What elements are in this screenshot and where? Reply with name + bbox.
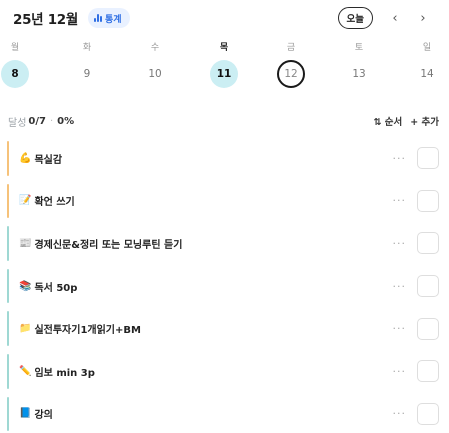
- more-options-icon[interactable]: ···: [393, 322, 407, 335]
- routine-emoji-icon: 📰: [19, 237, 32, 249]
- list-tools: ⇅ 순서 + 추가: [374, 114, 440, 128]
- weekday-label: 수: [150, 43, 160, 53]
- routine-emoji-icon: 📘: [19, 408, 32, 420]
- routine-title: 📁 실전투자기1개읽기+BM: [19, 321, 141, 336]
- category-bar: [7, 226, 9, 261]
- more-options-icon[interactable]: ···: [393, 194, 407, 207]
- routine-item[interactable]: 📘 강의 ···: [7, 393, 442, 433]
- weekday-label: 토: [354, 43, 364, 53]
- more-options-icon[interactable]: ···: [393, 280, 407, 293]
- routine-item[interactable]: 💪 목실감 ···: [7, 137, 442, 180]
- date-cell[interactable]: 14: [413, 60, 441, 88]
- add-button[interactable]: + 추가: [410, 114, 439, 128]
- date-cell[interactable]: 12: [277, 60, 305, 88]
- routine-item[interactable]: 📚 독서 50p ···: [7, 265, 442, 308]
- achievement-summary: 달성 0/7 · 0% ⇅ 순서 + 추가: [8, 114, 440, 129]
- completion-checkbox[interactable]: [417, 232, 439, 255]
- date-cell[interactable]: 8: [1, 60, 29, 88]
- routine-list: 💪 목실감 ··· 📝 확언 쓰기 ··· 📰 경제신문&정리 또는 모닝루틴 듣기 ··· 📚 독…: [7, 137, 442, 433]
- category-bar: [7, 268, 9, 304]
- prev-week-button[interactable]: ‹: [381, 11, 409, 26]
- achievement-count: 0/7: [28, 115, 46, 127]
- achievement-label: 달성: [8, 117, 27, 129]
- more-options-icon[interactable]: ···: [393, 152, 407, 165]
- more-options-icon[interactable]: ···: [393, 237, 407, 250]
- category-bar: [7, 183, 9, 219]
- weekday-row: 월화수목금토일: [0, 40, 449, 54]
- routine-title: ✏️ 임보 min 3p: [19, 364, 95, 379]
- date-row: 8 9 10 11 12 13 14: [0, 60, 449, 88]
- weekday-label: 화: [82, 43, 92, 53]
- summary-separator: ·: [49, 115, 54, 127]
- completion-checkbox[interactable]: [417, 360, 439, 383]
- routine-emoji-icon: 💪: [19, 152, 32, 164]
- routine-label: 독서 50p: [34, 282, 78, 294]
- category-bar: [7, 396, 9, 432]
- weekday-label: 금: [286, 43, 296, 53]
- calendar-header: 25년 12월 통계 오늘 ‹ ›: [13, 6, 437, 30]
- more-options-icon[interactable]: ···: [393, 365, 407, 378]
- routine-emoji-icon: 📝: [19, 195, 32, 207]
- category-bar: [7, 311, 9, 346]
- weekday-label: 월: [10, 43, 20, 53]
- sort-button[interactable]: ⇅ 순서: [374, 114, 403, 128]
- stats-label: 통계: [105, 14, 122, 25]
- routine-item[interactable]: 📝 확언 쓰기 ···: [7, 180, 442, 223]
- routine-emoji-icon: 📁: [19, 323, 32, 335]
- date-cell[interactable]: 13: [345, 60, 373, 88]
- more-options-icon[interactable]: ···: [393, 407, 407, 420]
- routine-label: 임보 min 3p: [34, 367, 95, 379]
- routine-emoji-icon: ✏️: [19, 365, 32, 377]
- routine-label: 실전투자기1개읽기+BM: [34, 325, 141, 337]
- completion-checkbox[interactable]: [417, 147, 439, 170]
- completion-checkbox[interactable]: [417, 402, 439, 425]
- routine-label: 목실감: [34, 154, 63, 166]
- completion-checkbox[interactable]: [417, 189, 439, 212]
- category-bar: [7, 141, 9, 176]
- completion-checkbox[interactable]: [417, 317, 439, 340]
- date-cell[interactable]: 11: [210, 60, 238, 88]
- completion-checkbox[interactable]: [417, 275, 439, 298]
- stats-button[interactable]: 통계: [88, 8, 130, 28]
- category-bar: [7, 353, 9, 389]
- today-button[interactable]: 오늘: [337, 7, 373, 29]
- routine-title: 📝 확언 쓰기: [19, 193, 75, 208]
- achievement-percent: 0%: [57, 115, 75, 127]
- weekday-label: 일: [422, 43, 432, 53]
- routine-title: 📚 독서 50p: [19, 279, 77, 294]
- weekday-label: 목: [219, 43, 229, 53]
- routine-emoji-icon: 📚: [19, 280, 32, 292]
- next-week-button[interactable]: ›: [409, 11, 437, 26]
- month-title: 25년 12월: [13, 12, 79, 28]
- routine-title: 📰 경제신문&정리 또는 모닝루틴 듣기: [19, 236, 182, 251]
- bar-chart-icon: [94, 14, 103, 22]
- routine-item[interactable]: 📰 경제신문&정리 또는 모닝루틴 듣기 ···: [7, 222, 442, 265]
- routine-item[interactable]: 📁 실전투자기1개읽기+BM ···: [7, 307, 442, 350]
- routine-label: 확언 쓰기: [34, 197, 75, 209]
- date-cell[interactable]: 10: [141, 60, 169, 88]
- routine-label: 강의: [34, 410, 53, 422]
- routine-item[interactable]: ✏️ 임보 min 3p ···: [7, 350, 442, 393]
- routine-title: 💪 목실감: [19, 151, 62, 166]
- routine-label: 경제신문&정리 또는 모닝루틴 듣기: [34, 239, 183, 251]
- routine-title: 📘 강의: [19, 406, 53, 421]
- date-cell[interactable]: 9: [73, 60, 101, 88]
